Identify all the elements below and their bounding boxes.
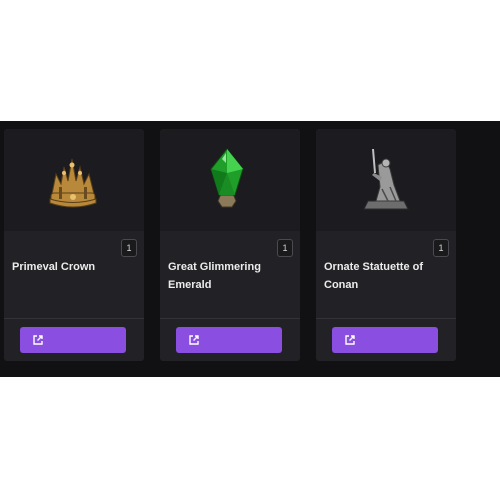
item-card: 1 Great Glimmering Emerald [160, 129, 300, 361]
item-name: Great Glimmering Emerald [168, 261, 261, 291]
external-link-icon [189, 335, 199, 345]
external-link-icon [33, 335, 43, 345]
external-link-icon [345, 335, 355, 345]
item-card: 1 Primeval Crown [4, 129, 144, 361]
statuette-icon [363, 149, 409, 210]
item-name: Ornate Statuette of Conan [324, 261, 424, 291]
crown-icon [49, 158, 97, 208]
open-item-button[interactable] [332, 327, 438, 353]
card-divider [160, 318, 300, 319]
item-name: Primeval Crown [12, 261, 96, 273]
emerald-icon [210, 148, 244, 208]
quantity-badge: 1 [121, 239, 137, 257]
card-divider [316, 318, 456, 319]
open-item-button[interactable] [176, 327, 282, 353]
open-item-button[interactable] [20, 327, 126, 353]
quantity-badge: 1 [433, 239, 449, 257]
quantity-badge: 1 [277, 239, 293, 257]
card-divider [4, 318, 144, 319]
item-card: 1 Ornate Statuette of Conan [316, 129, 456, 361]
